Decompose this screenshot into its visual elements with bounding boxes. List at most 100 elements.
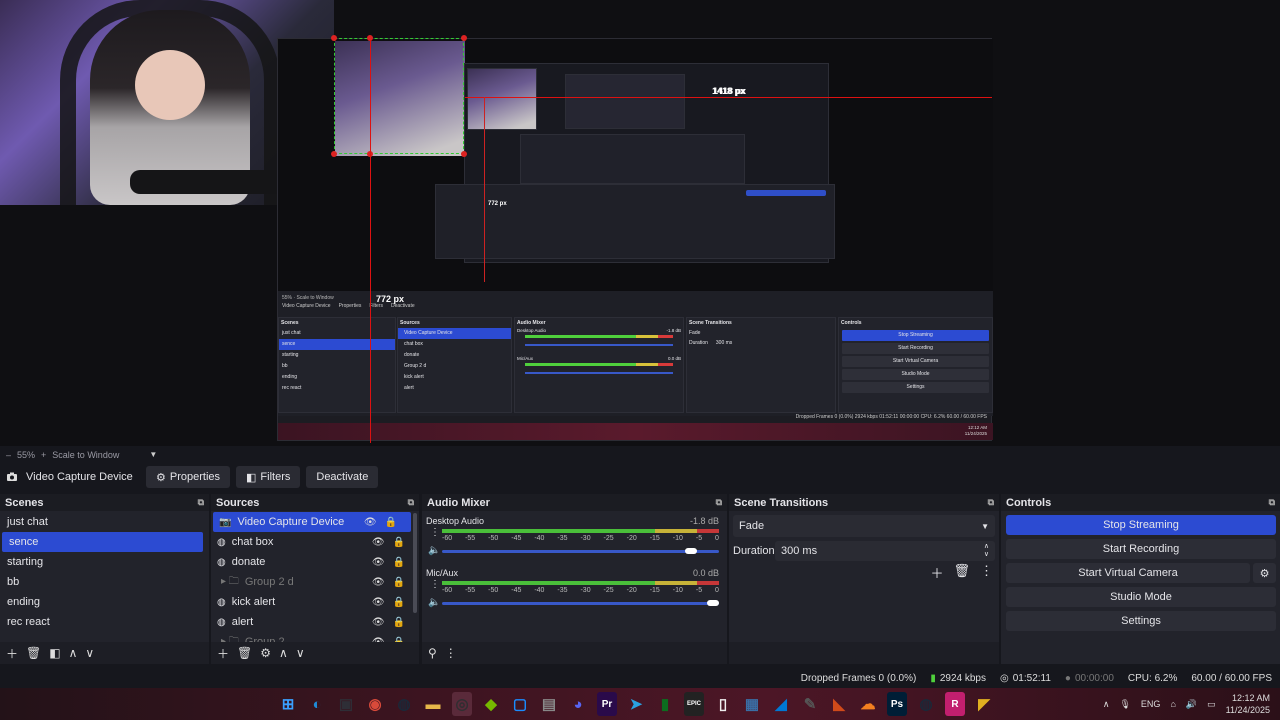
zoom-plus-icon[interactable]: + [41,450,46,460]
capcut-icon[interactable]: ▢ [510,692,530,716]
undock-icon[interactable]: ⧉ [716,497,722,508]
premiere-icon[interactable]: Pr [597,692,617,716]
obs-icon[interactable]: ◎ [452,692,472,716]
source-item[interactable]: ◍ chat box 👁 🔒 [211,532,419,552]
lock-icon[interactable]: 🔒 [393,557,405,568]
source-settings-icon[interactable]: ⚙ [260,646,271,660]
chrome-icon[interactable]: ◉ [365,692,385,716]
add-scene-icon[interactable]: ＋ [6,645,18,662]
start-recording-button[interactable]: Start Recording [1006,539,1276,559]
nvidia-icon[interactable]: ◆ [481,692,501,716]
volume-slider[interactable] [442,600,719,606]
lock-icon[interactable]: 🔒 [393,577,405,588]
properties-button[interactable]: ⚙ Properties [146,466,231,488]
filters-button[interactable]: ◧ Filters [236,466,301,488]
eye-icon[interactable]: 👁 [364,517,377,528]
source-item[interactable]: ▸ 🗀 Group 2 👁 🔒 [211,632,419,643]
mixer-menu-icon[interactable]: ⋮ [445,646,457,660]
zoom-level[interactable]: 55% [17,450,35,460]
eye-icon[interactable]: 👁 [372,617,385,628]
tray-overflow-icon[interactable]: ∧ [1103,699,1110,710]
wacom-icon[interactable]: ◣ [829,692,849,716]
vscode-icon[interactable]: ◢ [771,692,791,716]
lock-icon[interactable]: 🔒 [393,617,405,628]
mic-icon[interactable]: 🎙 [1119,699,1130,710]
settings-button[interactable]: Settings [1006,611,1276,631]
discord-icon[interactable]: ◕ [568,692,588,716]
lock-icon[interactable]: 🔒 [385,517,397,528]
scene-item[interactable]: ending [0,592,209,612]
pen-icon[interactable]: ✎ [800,692,820,716]
resize-handle-tr[interactable] [461,35,467,41]
volume-slider[interactable] [442,548,719,554]
advanced-audio-icon[interactable]: ⚲ [428,646,437,660]
resize-handle-br[interactable] [461,151,467,157]
start-virtual-camera-button[interactable]: Start Virtual Camera [1006,563,1250,583]
scene-item[interactable]: sence [2,532,203,552]
speaker-icon[interactable]: 🔈 [428,545,440,556]
scene-item[interactable]: just chat [0,512,209,532]
eye-icon[interactable]: 👁 [372,597,385,608]
resize-handle-bl[interactable] [331,151,337,157]
lock-icon[interactable]: 🔒 [393,537,405,548]
store-icon[interactable]: ▣ [336,692,356,716]
photoshop-icon[interactable]: Ps [887,692,907,716]
volume-knob[interactable] [707,600,719,606]
move-down-icon[interactable]: ∨ [296,646,305,660]
source-item[interactable]: ◍ kick alert 👁 🔒 [211,592,419,612]
preview-canvas[interactable]: 1418 px 772 px 55% · Scale to Window Vid… [0,0,1280,446]
eye-icon[interactable]: 👁 [372,557,385,568]
scene-item[interactable]: rec react [0,612,209,632]
terminal-icon[interactable]: ▮ [655,692,675,716]
app2-icon[interactable]: ◤ [974,692,994,716]
steam2-icon[interactable]: ◍ [916,692,936,716]
language-indicator[interactable]: ENG [1141,699,1161,709]
notepad-icon[interactable]: ▯ [713,692,733,716]
add-source-icon[interactable]: ＋ [217,645,229,662]
undock-icon[interactable]: ⧉ [1269,497,1275,508]
spin-arrows-icon[interactable]: ∧ ∨ [984,543,989,559]
remove-scene-icon[interactable]: 🗑 [26,646,41,660]
move-up-icon[interactable]: ∧ [279,646,288,660]
telegram-icon[interactable]: ➤ [626,692,646,716]
undock-icon[interactable]: ⧉ [408,497,414,508]
remove-source-icon[interactable]: 🗑 [237,646,252,660]
undock-icon[interactable]: ⧉ [988,497,994,508]
volume-icon[interactable]: 🔊 [1186,699,1197,710]
track-menu-icon[interactable]: ⋮ [430,579,440,590]
cloudflare-icon[interactable]: ☁ [858,692,878,716]
virtual-camera-settings-button[interactable]: ⚙ [1253,563,1276,583]
transition-menu-icon[interactable]: ⋮ [980,563,993,582]
stop-streaming-button[interactable]: Stop Streaming [1006,515,1276,535]
lock-icon[interactable]: 🔒 [393,597,405,608]
eye-icon[interactable]: 👁 [372,577,385,588]
source-item[interactable]: ◍ donate 👁 🔒 [211,552,419,572]
scale-dropdown-icon[interactable]: ▼ [149,450,157,459]
clock[interactable]: 12:12 AM 11/24/2025 [1226,692,1270,716]
zoom-minus-icon[interactable]: – [6,450,11,460]
undock-icon[interactable]: ⧉ [198,497,204,508]
scene-item[interactable]: starting [0,552,209,572]
duration-spinbox[interactable]: 300 ms ∧ ∨ [775,541,995,561]
track-menu-icon[interactable]: ⋮ [430,527,440,538]
volume-knob[interactable] [684,548,697,554]
deactivate-button[interactable]: Deactivate [306,466,379,488]
scale-mode[interactable]: Scale to Window [52,450,119,460]
remove-transition-icon[interactable]: 🗑 [953,563,970,582]
app-icon[interactable]: ▦ [742,692,762,716]
move-down-icon[interactable]: ∨ [85,646,94,660]
rider-icon[interactable]: R [945,692,965,716]
transition-select[interactable]: Fade ▼ [733,515,995,537]
scene-filters-icon[interactable]: ◧ [49,646,60,660]
studio-mode-button[interactable]: Studio Mode [1006,587,1276,607]
battery-icon[interactable]: ▭ [1207,699,1216,710]
network-icon[interactable]: ⌂ [1170,699,1175,709]
source-item[interactable]: 📷 Video Capture Device 👁 🔒 [213,512,411,532]
eye-icon[interactable]: 👁 [372,537,385,548]
windows-start-icon[interactable]: ⊞ [278,692,298,716]
steam-icon[interactable]: ◍ [394,692,414,716]
source-item[interactable]: ◍ alert 👁 🔒 [211,612,419,632]
move-up-icon[interactable]: ∧ [69,646,78,660]
epic-icon[interactable]: EPIC [684,692,704,716]
resize-handle-tl[interactable] [331,35,337,41]
